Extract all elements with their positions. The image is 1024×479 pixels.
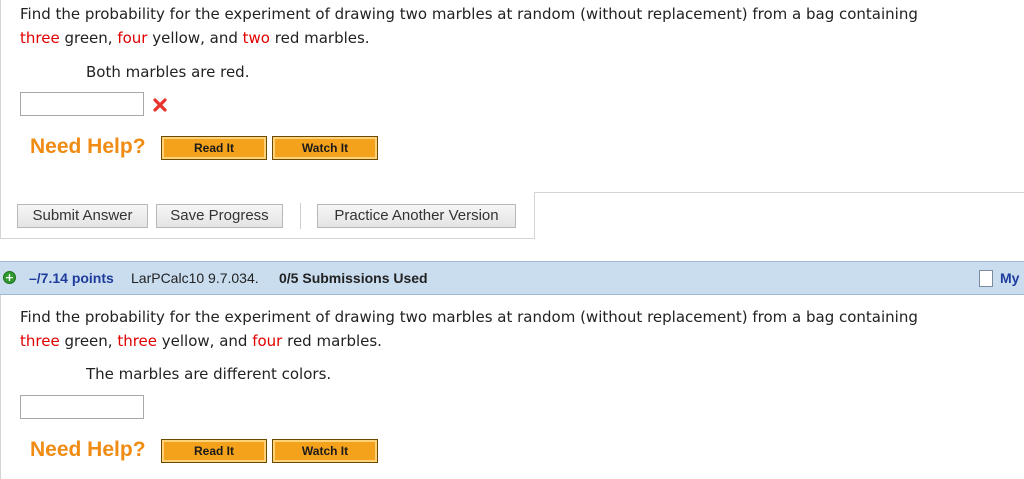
notes-icon[interactable] xyxy=(979,270,993,287)
problem-id: LarPCalc10 9.7.034. xyxy=(131,270,259,286)
green-count: three xyxy=(20,332,60,350)
panel-border-bottom xyxy=(0,238,535,239)
text-fragment: yellow, and xyxy=(157,332,253,350)
text-fragment: green, xyxy=(59,29,118,47)
question-text-line1: Find the probability for the experiment … xyxy=(20,308,918,326)
sub-question: The marbles are different colors. xyxy=(86,365,332,383)
text-fragment: green, xyxy=(59,332,118,350)
panel-border-left xyxy=(0,0,1,238)
panel-border-right xyxy=(534,193,535,239)
text-fragment: red marbles. xyxy=(269,29,370,47)
green-count: three xyxy=(20,29,60,47)
text-fragment: yellow, and xyxy=(147,29,243,47)
submissions-used: 0/5 Submissions Used xyxy=(279,270,428,286)
need-help-label: Need Help? xyxy=(30,438,146,461)
panel-divider xyxy=(534,192,1024,193)
practice-another-version-button[interactable]: Practice Another Version xyxy=(317,204,516,228)
button-separator xyxy=(300,203,301,229)
red-count: four xyxy=(252,332,283,350)
my-notes-link[interactable]: My xyxy=(1000,270,1019,286)
read-it-button[interactable]: Read It xyxy=(161,439,267,463)
watch-it-button[interactable]: Watch It xyxy=(272,136,378,160)
yellow-count: four xyxy=(117,29,148,47)
read-it-button[interactable]: Read It xyxy=(161,136,267,160)
incorrect-x-icon xyxy=(153,98,167,112)
question-2-header: + –/7.14 points LarPCalc10 9.7.034. 0/5 … xyxy=(0,261,1024,295)
points-label: –/7.14 points xyxy=(29,270,114,286)
question-text-line1: Find the probability for the experiment … xyxy=(20,5,918,23)
expand-plus-icon[interactable]: + xyxy=(3,271,16,284)
watch-it-button[interactable]: Watch It xyxy=(272,439,378,463)
answer-input[interactable] xyxy=(20,395,144,419)
yellow-count: three xyxy=(117,332,158,350)
red-count: two xyxy=(242,29,270,47)
submit-answer-button[interactable]: Submit Answer xyxy=(17,204,148,228)
sub-question: Both marbles are red. xyxy=(86,63,250,81)
panel-border-left xyxy=(0,295,1,479)
answer-input[interactable] xyxy=(20,92,144,116)
text-fragment: red marbles. xyxy=(282,332,382,350)
need-help-label: Need Help? xyxy=(30,135,146,158)
question-text-line2: three green, four yellow, and two red ma… xyxy=(20,26,370,50)
save-progress-button[interactable]: Save Progress xyxy=(156,204,283,228)
question-text-line2: three green, three yellow, and four red … xyxy=(20,329,382,353)
